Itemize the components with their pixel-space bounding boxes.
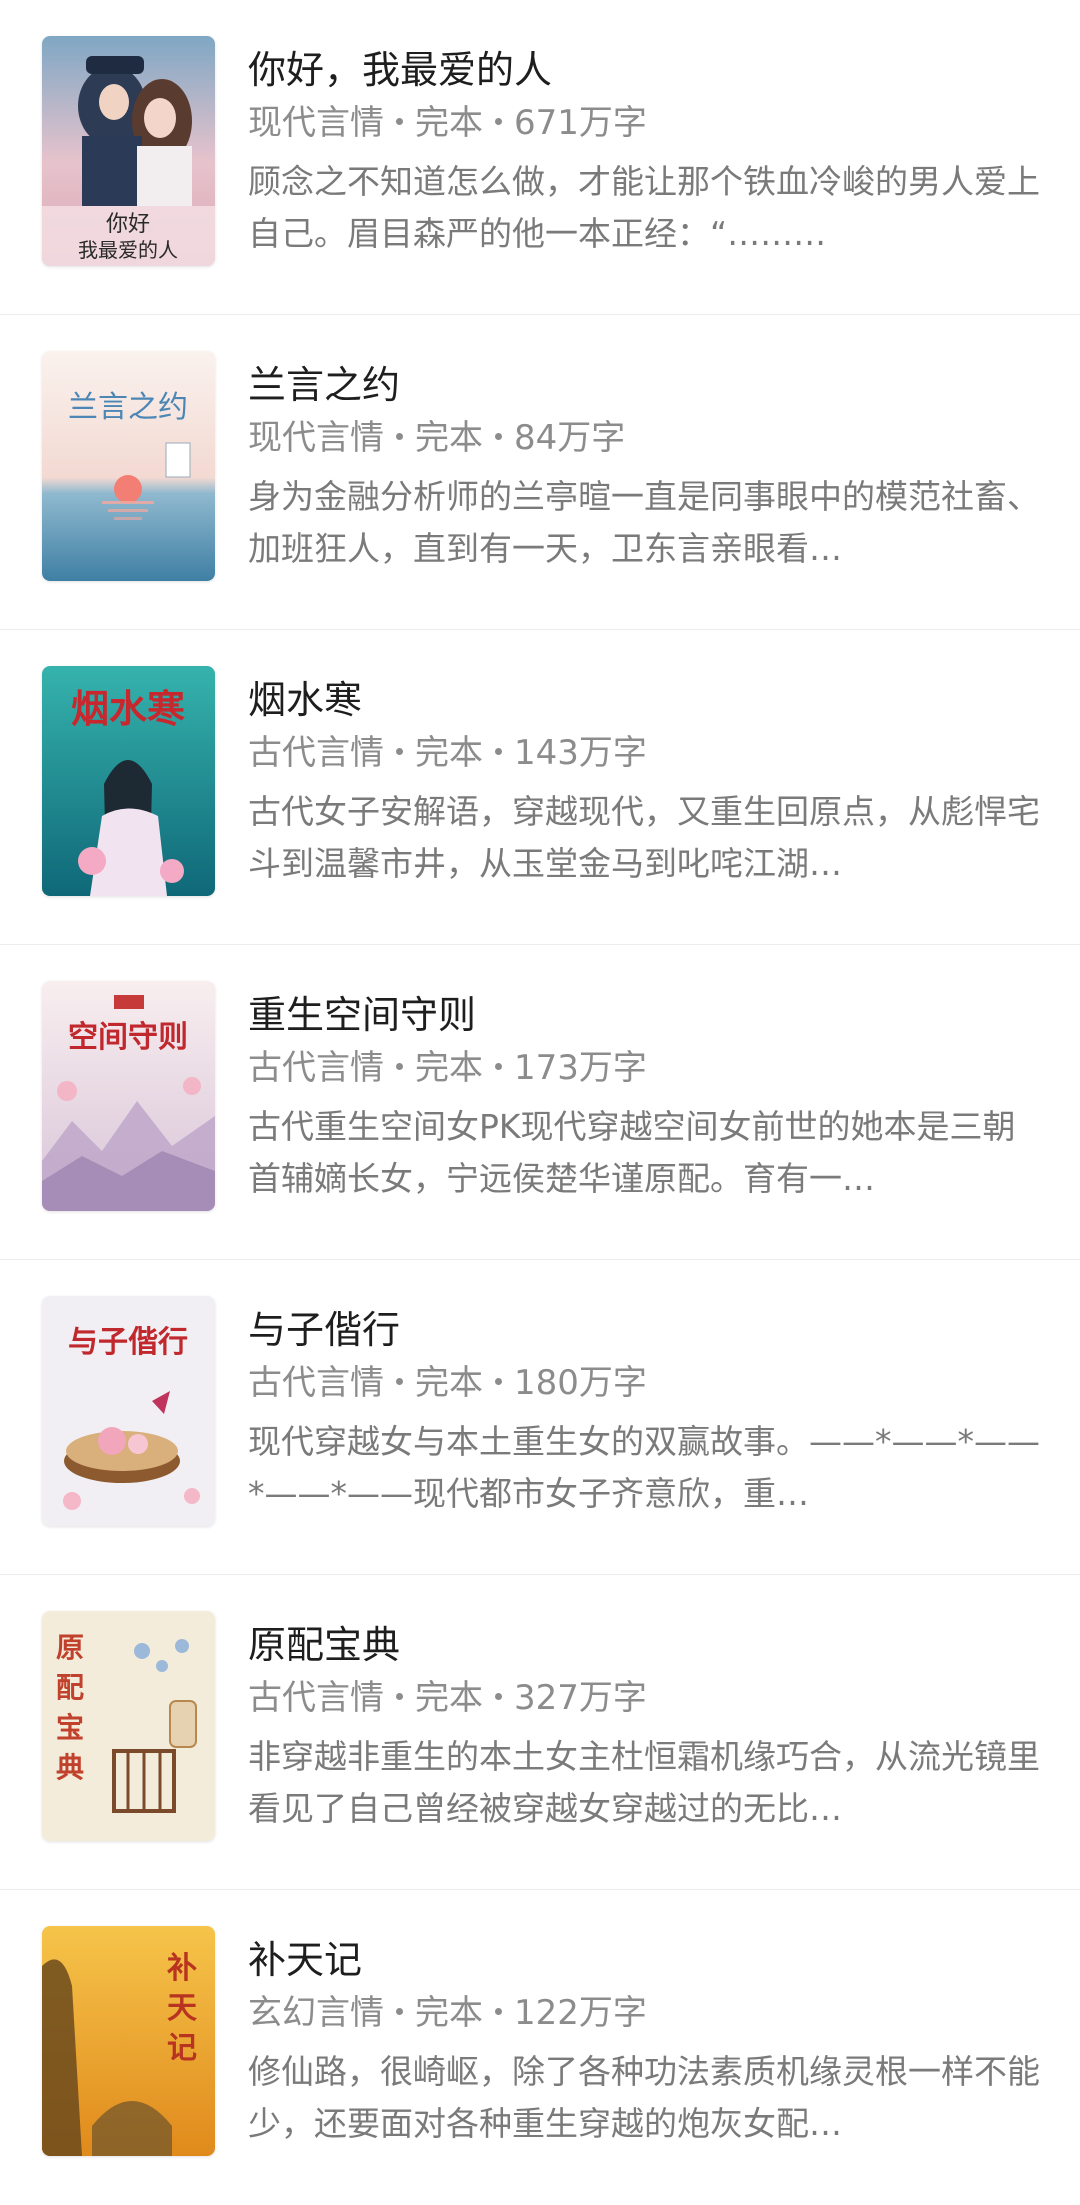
book-meta: 现代言情 完本 671万字 bbox=[248, 98, 1040, 148]
book-meta: 古代言情 完本 180万字 bbox=[248, 1358, 1040, 1408]
book-cover-image[interactable]: 你好 我最爱的人 bbox=[42, 36, 215, 266]
book-status: 完本 bbox=[415, 103, 483, 143]
book-cover-art: 你好 我最爱的人 bbox=[42, 36, 215, 266]
book-title[interactable]: 与子偕行 bbox=[248, 1304, 1040, 1356]
separator-dot bbox=[396, 433, 403, 440]
book-list-item[interactable]: 兰言之约 兰言之约 现代言情 完本 84万字 身为金融分析师的兰亭暄一直是同事眼中的… bbox=[0, 315, 1080, 630]
svg-text:我最爱的人: 我最爱的人 bbox=[78, 238, 178, 262]
cover-title-text: 兰言之约 bbox=[68, 390, 188, 425]
book-title[interactable]: 兰言之约 bbox=[248, 359, 1040, 411]
book-description: 古代重生空间女PK现代穿越空间女前世的她本是三朝首辅嫡长女，宁远侯楚华谨原配。育… bbox=[248, 1107, 1016, 1198]
book-info: 重生空间守则 古代言情 完本 173万字 古代重生空间女PK现代穿越空间女前世的她本… bbox=[248, 989, 1040, 1205]
book-meta: 古代言情 完本 327万字 bbox=[248, 1673, 1040, 1723]
book-cover-image[interactable]: 兰言之约 bbox=[42, 351, 215, 581]
book-category: 古代言情 bbox=[248, 1048, 384, 1088]
cover-title-text: 空间守则 bbox=[68, 1020, 188, 1055]
book-category: 古代言情 bbox=[248, 1678, 384, 1718]
book-info: 烟水寒 古代言情 完本 143万字 古代女子安解语，穿越现代，又重生回原点，从彪悍宅… bbox=[248, 674, 1040, 890]
book-title[interactable]: 补天记 bbox=[248, 1934, 1040, 1986]
separator-dot bbox=[495, 118, 502, 125]
book-title[interactable]: 烟水寒 bbox=[248, 674, 1040, 726]
book-cover-art: 空间守则 bbox=[42, 981, 215, 1211]
book-info: 你好，我最爱的人 现代言情 完本 671万字 顾念之不知道怎么做，才能让那个铁血冷峻… bbox=[248, 44, 1040, 260]
book-status: 完本 bbox=[415, 418, 483, 458]
book-list: 你好 我最爱的人 你好，我最爱的人 现代言情 完本 671万字 顾念之不知道怎么做，… bbox=[0, 0, 1080, 2205]
book-description: 身为金融分析师的兰亭暄一直是同事眼中的模范社畜、加班狂人，直到有一天，卫东言亲眼… bbox=[248, 477, 1040, 568]
book-description: 非穿越非重生的本土女主杜恒霜机缘巧合，从流光镜里看见了自己曾经被穿越女穿越过的无… bbox=[248, 1737, 1040, 1828]
separator-dot bbox=[495, 433, 502, 440]
svg-text:天: 天 bbox=[167, 1991, 197, 2026]
book-cover-image[interactable]: 补 天 记 bbox=[42, 1926, 215, 2156]
book-meta: 古代言情 完本 143万字 bbox=[248, 728, 1040, 778]
svg-text:典: 典 bbox=[56, 1751, 84, 1784]
book-list-item[interactable]: 空间守则 重生空间守则 古代言情 完本 173万字 古代重生空间女PK现代穿越空间女… bbox=[0, 945, 1080, 1260]
book-list-item[interactable]: 补 天 记 补天记 玄幻言情 完本 122万字 修仙路，很崎岖，除了各种功法素质机缘… bbox=[0, 1890, 1080, 2205]
book-status: 完本 bbox=[415, 1363, 483, 1403]
book-category: 古代言情 bbox=[248, 733, 384, 773]
book-title[interactable]: 重生空间守则 bbox=[248, 989, 1040, 1041]
separator-dot bbox=[396, 118, 403, 125]
separator-dot bbox=[396, 2008, 403, 2015]
cover-title-text: 烟水寒 bbox=[71, 686, 185, 731]
book-cover-art: 兰言之约 bbox=[42, 351, 215, 581]
cover-title-text: 你好 bbox=[106, 212, 150, 237]
book-info: 兰言之约 现代言情 完本 84万字 身为金融分析师的兰亭暄一直是同事眼中的模范社畜、… bbox=[248, 359, 1040, 575]
book-status: 完本 bbox=[415, 1993, 483, 2033]
book-category: 现代言情 bbox=[248, 418, 384, 458]
book-category: 古代言情 bbox=[248, 1363, 384, 1403]
book-description: 修仙路，很崎岖，除了各种功法素质机缘灵根一样不能少，还要面对各种重生穿越的炮灰女… bbox=[248, 2052, 1040, 2143]
book-meta: 现代言情 完本 84万字 bbox=[248, 413, 1040, 463]
book-title[interactable]: 你好，我最爱的人 bbox=[248, 44, 1040, 96]
book-word-count: 173万字 bbox=[514, 1048, 647, 1088]
book-cover-art: 补 天 记 bbox=[42, 1926, 215, 2156]
separator-dot bbox=[396, 1063, 403, 1070]
svg-text:配: 配 bbox=[56, 1671, 84, 1704]
book-cover-image[interactable]: 空间守则 bbox=[42, 981, 215, 1211]
book-info: 与子偕行 古代言情 完本 180万字 现代穿越女与本土重生女的双赢故事。——*——*… bbox=[248, 1304, 1040, 1520]
book-word-count: 327万字 bbox=[514, 1678, 647, 1718]
book-cover-art: 原 配 宝 典 bbox=[42, 1611, 215, 1841]
book-word-count: 84万字 bbox=[514, 418, 626, 458]
book-description: 古代女子安解语，穿越现代，又重生回原点，从彪悍宅斗到温馨市井，从玉堂金马到叱咤江… bbox=[248, 792, 1040, 883]
book-description: 现代穿越女与本土重生女的双赢故事。——*——*——*——*——现代都市女子齐意欣… bbox=[248, 1422, 1040, 1513]
svg-text:记: 记 bbox=[167, 2031, 197, 2066]
separator-dot bbox=[495, 1693, 502, 1700]
book-meta: 玄幻言情 完本 122万字 bbox=[248, 1988, 1040, 2038]
book-word-count: 122万字 bbox=[514, 1993, 647, 2033]
book-word-count: 180万字 bbox=[514, 1363, 647, 1403]
separator-dot bbox=[495, 1063, 502, 1070]
book-info: 原配宝典 古代言情 完本 327万字 非穿越非重生的本土女主杜恒霜机缘巧合，从流光镜… bbox=[248, 1619, 1040, 1835]
separator-dot bbox=[495, 1378, 502, 1385]
cover-title-text: 原 bbox=[56, 1631, 84, 1664]
cover-title-text: 与子偕行 bbox=[68, 1325, 188, 1360]
book-cover-art: 烟水寒 bbox=[42, 666, 215, 896]
svg-text:宝: 宝 bbox=[56, 1711, 84, 1744]
book-cover-image[interactable]: 原 配 宝 典 bbox=[42, 1611, 215, 1841]
book-list-item[interactable]: 烟水寒 烟水寒 古代言情 完本 143万字 古代女子安解语，穿越现代，又重生回原点，… bbox=[0, 630, 1080, 945]
book-list-item[interactable]: 与子偕行 与子偕行 古代言情 完本 180万字 现代穿越女与本土重生女的双赢故事。—… bbox=[0, 1260, 1080, 1575]
book-list-item[interactable]: 原 配 宝 典 原配宝典 古代言情 完本 327万字 非穿越非重生的本土女主杜恒霜机… bbox=[0, 1575, 1080, 1890]
separator-dot bbox=[396, 1378, 403, 1385]
book-word-count: 671万字 bbox=[514, 103, 647, 143]
book-status: 完本 bbox=[415, 733, 483, 773]
book-status: 完本 bbox=[415, 1048, 483, 1088]
book-category: 现代言情 bbox=[248, 103, 384, 143]
cover-title-text: 补 bbox=[167, 1951, 197, 1986]
book-category: 玄幻言情 bbox=[248, 1993, 384, 2033]
separator-dot bbox=[396, 1693, 403, 1700]
book-info: 补天记 玄幻言情 完本 122万字 修仙路，很崎岖，除了各种功法素质机缘灵根一样不能… bbox=[248, 1934, 1040, 2150]
book-cover-art: 与子偕行 bbox=[42, 1296, 215, 1526]
book-word-count: 143万字 bbox=[514, 733, 647, 773]
book-description: 顾念之不知道怎么做，才能让那个铁血冷峻的男人爱上自己。眉目森严的他一本正经：“…… bbox=[248, 162, 1040, 253]
book-cover-image[interactable]: 与子偕行 bbox=[42, 1296, 215, 1526]
book-list-item[interactable]: 你好 我最爱的人 你好，我最爱的人 现代言情 完本 671万字 顾念之不知道怎么做，… bbox=[0, 0, 1080, 315]
book-title[interactable]: 原配宝典 bbox=[248, 1619, 1040, 1671]
book-cover-image[interactable]: 烟水寒 bbox=[42, 666, 215, 896]
separator-dot bbox=[495, 748, 502, 755]
separator-dot bbox=[495, 2008, 502, 2015]
separator-dot bbox=[396, 748, 403, 755]
book-meta: 古代言情 完本 173万字 bbox=[248, 1043, 1040, 1093]
book-status: 完本 bbox=[415, 1678, 483, 1718]
